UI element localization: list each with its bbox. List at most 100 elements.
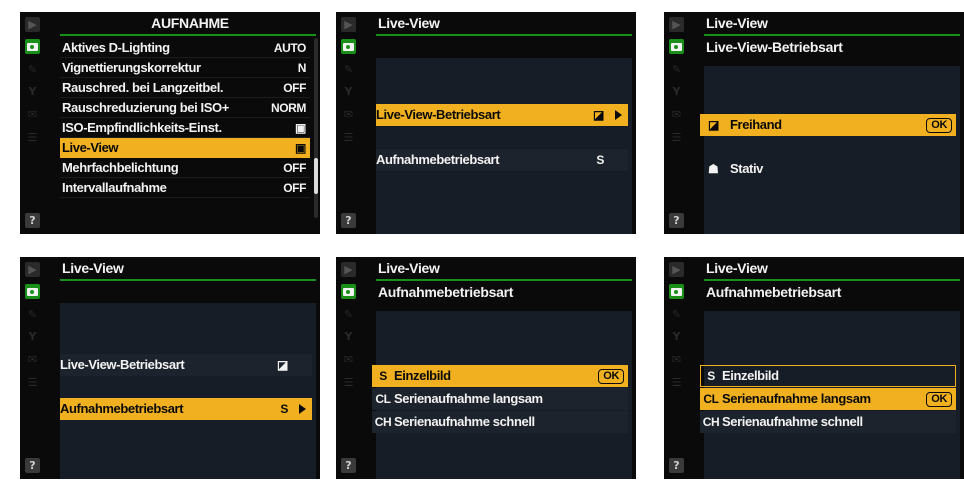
menu-item-value: N	[297, 61, 307, 75]
playback-tab-icon[interactable]: ▶	[669, 262, 684, 277]
menu-tab-sidebar: ▶ ✎ Y ✉ ☰ ?	[20, 257, 60, 479]
setup-tab-icon[interactable]: Y	[341, 329, 356, 344]
retouch-tab-icon[interactable]: ✉	[669, 352, 684, 367]
my-menu-tab-icon[interactable]: ☰	[669, 375, 684, 390]
my-menu-tab-icon[interactable]: ☰	[341, 375, 356, 390]
custom-settings-tab-icon[interactable]: ✎	[25, 62, 40, 77]
shooting-tab-icon[interactable]	[669, 39, 684, 54]
option-live-view-betriebsart[interactable]: Live-View-Betriebsart ◪	[376, 104, 628, 126]
help-icon[interactable]: ?	[341, 458, 356, 473]
option-label: Live-View-Betriebsart	[60, 357, 185, 372]
shooting-tab-icon[interactable]	[25, 39, 40, 54]
setup-tab-icon[interactable]: Y	[25, 329, 40, 344]
ok-badge: OK	[926, 118, 952, 133]
help-icon[interactable]: ?	[25, 213, 40, 228]
release-mode-code: CL	[703, 392, 719, 406]
setup-tab-icon[interactable]: Y	[341, 84, 356, 99]
menu-item-label: Vignettierungskorrektur	[62, 60, 201, 75]
menu-item-live-view[interactable]: Live-View ▣	[60, 138, 310, 158]
playback-tab-icon[interactable]: ▶	[25, 17, 40, 32]
custom-settings-tab-icon[interactable]: ✎	[669, 307, 684, 322]
option-label: Einzelbild	[394, 368, 451, 383]
option-live-view-betriebsart[interactable]: Live-View-Betriebsart ◪	[60, 354, 312, 376]
option-aufnahmebetriebsart[interactable]: Aufnahmebetriebsart S	[60, 398, 312, 420]
menu-item-label: ISO-Empfindlichkeits-Einst.	[62, 120, 222, 135]
my-menu-tab-icon[interactable]: ☰	[341, 130, 356, 145]
menu-scrollbar[interactable]	[314, 38, 318, 218]
option-freihand[interactable]: ◪ Freihand OK	[700, 114, 956, 136]
menu-item-value: NORM	[270, 101, 306, 115]
option-einzelbild[interactable]: S Einzelbild OK	[372, 365, 628, 387]
option-serienaufnahme-langsam[interactable]: CL Serienaufnahme langsam OK	[700, 388, 956, 410]
retouch-tab-icon[interactable]: ✉	[669, 107, 684, 122]
retouch-tab-icon[interactable]: ✉	[25, 107, 40, 122]
custom-settings-tab-icon[interactable]: ✎	[341, 307, 356, 322]
custom-settings-tab-icon[interactable]: ✎	[669, 62, 684, 77]
option-serienaufnahme-langsam[interactable]: CL Serienaufnahme langsam	[372, 388, 628, 410]
menu-title: Live-View	[706, 260, 768, 276]
tripod-icon: ☗	[708, 162, 719, 176]
setup-tab-icon[interactable]: Y	[669, 329, 684, 344]
option-label: Aufnahmebetriebsart	[60, 401, 184, 416]
option-serienaufnahme-schnell[interactable]: CH Serienaufnahme schnell	[372, 411, 628, 433]
help-icon[interactable]: ?	[669, 213, 684, 228]
help-icon[interactable]: ?	[25, 458, 40, 473]
release-mode-code: S	[379, 369, 387, 383]
handheld-mode-icon: ◪	[708, 118, 719, 132]
menu-item-iso-empfindlichkeit[interactable]: ISO-Empfindlichkeits-Einst. ▣	[60, 118, 310, 138]
retouch-tab-icon[interactable]: ✉	[341, 107, 356, 122]
my-menu-tab-icon[interactable]: ☰	[25, 375, 40, 390]
setup-tab-icon[interactable]: Y	[25, 84, 40, 99]
playback-tab-icon[interactable]: ▶	[341, 17, 356, 32]
menu-panel	[60, 303, 316, 479]
setup-tab-icon[interactable]: Y	[669, 84, 684, 99]
camera-screen-aufnahmebetriebsart-1: ▶ ✎ Y ✉ ☰ ? Live-View Aufnahmebetriebsar…	[336, 257, 636, 479]
shooting-tab-icon[interactable]	[341, 39, 356, 54]
chevron-right-icon	[615, 110, 622, 120]
my-menu-tab-icon[interactable]: ☰	[25, 130, 40, 145]
option-aufnahmebetriebsart[interactable]: Aufnahmebetriebsart S	[376, 149, 628, 171]
option-label: Freihand	[730, 117, 782, 132]
shooting-tab-icon[interactable]	[669, 284, 684, 299]
help-icon[interactable]: ?	[669, 458, 684, 473]
shooting-tab-icon[interactable]	[341, 284, 356, 299]
menu-tab-sidebar: ▶ ✎ Y ✉ ☰ ?	[664, 257, 704, 479]
custom-settings-tab-icon[interactable]: ✎	[341, 62, 356, 77]
help-icon[interactable]: ?	[341, 213, 356, 228]
retouch-tab-icon[interactable]: ✉	[25, 352, 40, 367]
menu-item-mehrfachbelichtung[interactable]: Mehrfachbelichtung OFF	[60, 158, 310, 178]
scrollbar-thumb[interactable]	[314, 158, 318, 194]
option-label: Serienaufnahme langsam	[722, 391, 871, 406]
menu-item-aktives-d-lighting[interactable]: Aktives D-Lighting AUTO	[60, 38, 310, 58]
option-value: S	[596, 153, 604, 167]
menu-item-intervallaufnahme[interactable]: Intervallaufnahme OFF	[60, 178, 310, 198]
title-underline	[60, 34, 316, 36]
retouch-tab-icon[interactable]: ✉	[341, 352, 356, 367]
title-underline	[60, 279, 316, 281]
menu-item-label: Rauschreduzierung bei ISO+	[62, 100, 229, 115]
menu-item-value: OFF	[283, 181, 306, 195]
playback-tab-icon[interactable]: ▶	[25, 262, 40, 277]
menu-tab-sidebar: ▶ ✎ Y ✉ ☰ ?	[664, 12, 704, 234]
option-value: S	[280, 402, 288, 416]
menu-item-rauschred-langzeitbel[interactable]: Rauschred. bei Langzeitbel. OFF	[60, 78, 310, 98]
my-menu-tab-icon[interactable]: ☰	[669, 130, 684, 145]
menu-item-value: OFF	[283, 81, 306, 95]
menu-item-rauschreduzierung-iso[interactable]: Rauschreduzierung bei ISO+ NORM	[60, 98, 310, 118]
menu-title: AUFNAHME	[151, 15, 229, 31]
menu-item-value: OFF	[283, 161, 306, 175]
option-label: Stativ	[730, 161, 764, 176]
camera-screen-aufnahme: ▶ ✎ Y ✉ ☰ ? AUFNAHME Aktives D-Lighting A…	[20, 12, 320, 234]
custom-settings-tab-icon[interactable]: ✎	[25, 307, 40, 322]
menu-item-label: Aktives D-Lighting	[62, 40, 170, 55]
shooting-tab-icon[interactable]	[25, 284, 40, 299]
camera-screen-betriebsart: ▶ ✎ Y ✉ ☰ ? Live-View Live-View-Betriebs…	[664, 12, 964, 234]
playback-tab-icon[interactable]: ▶	[341, 262, 356, 277]
release-mode-code: CL	[375, 392, 391, 406]
option-serienaufnahme-schnell[interactable]: CH Serienaufnahme schnell	[700, 411, 956, 433]
option-stativ[interactable]: ☗ Stativ	[700, 158, 956, 180]
option-einzelbild[interactable]: S Einzelbild	[700, 365, 956, 387]
submenu-title: Aufnahmebetriebsart	[706, 284, 842, 300]
playback-tab-icon[interactable]: ▶	[669, 17, 684, 32]
menu-item-vignettierungskorrektur[interactable]: Vignettierungskorrektur N	[60, 58, 310, 78]
